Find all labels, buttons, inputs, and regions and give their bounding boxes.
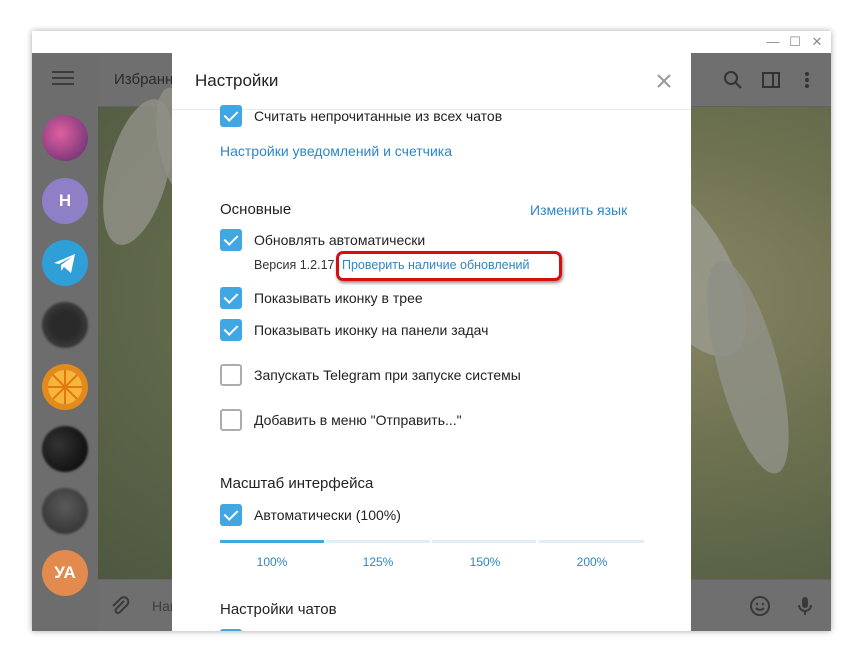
chat-setting-checkbox[interactable] xyxy=(220,629,242,631)
telegram-icon xyxy=(54,254,75,273)
auto-update-checkbox[interactable] xyxy=(220,229,242,251)
chat-title[interactable]: Избранн xyxy=(114,71,173,88)
general-section-title: Основные xyxy=(220,201,292,218)
highlight-outline xyxy=(336,251,562,281)
notifications-settings-link[interactable]: Настройки уведомлений и счетчика xyxy=(220,143,452,159)
tray-icon-checkbox[interactable] xyxy=(220,287,242,309)
chat-avatar[interactable] xyxy=(42,115,88,161)
more-options-icon[interactable] xyxy=(796,69,818,91)
minimize-button[interactable]: — xyxy=(763,33,783,51)
change-language-link[interactable]: Изменить язык xyxy=(530,202,627,218)
scale-track-segment[interactable] xyxy=(326,540,430,543)
dialog-title: Настройки xyxy=(195,71,279,90)
maximize-button[interactable]: ☐ xyxy=(785,33,805,51)
chat-avatar[interactable] xyxy=(42,426,88,472)
tray-icon-label[interactable]: Показывать иконку в трее xyxy=(254,290,423,306)
send-to-menu-label[interactable]: Добавить в меню "Отправить..." xyxy=(254,412,462,428)
chat-settings-section-title: Настройки чатов xyxy=(220,601,337,618)
auto-update-label[interactable]: Обновлять автоматически xyxy=(254,232,425,248)
close-window-button[interactable]: ✕ xyxy=(807,33,827,51)
taskbar-icon-label[interactable]: Показывать иконку на панели задач xyxy=(254,322,488,338)
taskbar-icon-checkbox[interactable] xyxy=(220,319,242,341)
send-to-menu-checkbox[interactable] xyxy=(220,409,242,431)
scale-option-150[interactable]: 150% xyxy=(455,555,515,569)
chat-avatar[interactable] xyxy=(42,302,88,348)
sidebar-toggle-icon[interactable] xyxy=(760,69,782,91)
auto-scale-checkbox[interactable] xyxy=(220,504,242,526)
title-bar: — ☐ ✕ xyxy=(32,31,831,53)
scale-option-125[interactable]: 125% xyxy=(348,555,408,569)
count-unread-checkbox[interactable] xyxy=(220,105,242,127)
autostart-checkbox[interactable] xyxy=(220,364,242,386)
scale-option-200[interactable]: 200% xyxy=(562,555,622,569)
scale-track-segment[interactable] xyxy=(432,540,536,543)
telegram-chat-avatar[interactable] xyxy=(42,240,88,286)
chat-avatar[interactable] xyxy=(42,364,88,410)
chat-list-sidebar: Н УА xyxy=(32,53,98,631)
version-text: Версия 1.2.17 xyxy=(254,258,335,272)
scale-section-title: Масштаб интерфейса xyxy=(220,475,374,492)
menu-icon[interactable] xyxy=(52,71,74,89)
scale-option-100[interactable]: 100% xyxy=(242,555,302,569)
count-unread-label[interactable]: Считать непрочитанные из всех чатов xyxy=(254,108,502,124)
close-icon[interactable] xyxy=(653,70,675,92)
autostart-label[interactable]: Запускать Telegram при запуске системы xyxy=(254,367,521,383)
scale-track-segment[interactable] xyxy=(539,540,644,543)
chat-avatar[interactable] xyxy=(42,488,88,534)
attach-icon[interactable] xyxy=(108,594,132,618)
emoji-icon[interactable] xyxy=(748,594,772,618)
scale-track-segment[interactable] xyxy=(220,540,324,543)
microphone-icon[interactable] xyxy=(793,594,817,618)
orange-slice-icon xyxy=(48,370,82,404)
settings-dialog: Настройки Считать непрочитанные из всех … xyxy=(172,53,691,631)
search-icon[interactable] xyxy=(722,69,744,91)
auto-scale-label[interactable]: Автоматически (100%) xyxy=(254,507,401,523)
chat-avatar[interactable]: Н xyxy=(42,178,88,224)
chat-avatar[interactable]: УА xyxy=(42,550,88,596)
